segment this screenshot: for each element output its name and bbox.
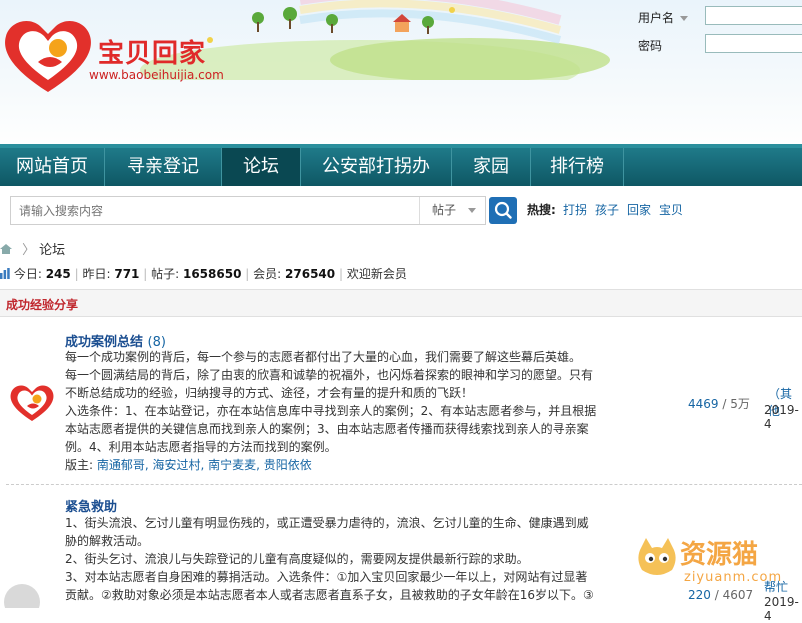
forum-stat: 4469 / 5万 <box>688 395 750 412</box>
password-label: 密码 <box>638 39 663 53</box>
stats-members-label: 会员: <box>253 267 282 281</box>
stats-welcome: 欢迎新会员 <box>346 267 407 281</box>
breadcrumb-current: 论坛 <box>39 243 66 258</box>
moderator-label: 版主: <box>65 458 94 472</box>
site-logo-name[interactable]: 宝贝回家 <box>98 33 206 70</box>
stats-today-label: 今日: <box>13 267 42 281</box>
cat-logo-icon <box>638 538 676 575</box>
stats-separator: | <box>245 267 250 281</box>
watermark-text: 资源猫 <box>680 540 759 570</box>
breadcrumb: 〉论坛 <box>0 239 65 258</box>
thread-count[interactable]: 4469 <box>688 397 719 411</box>
forum-description-line: 不断总结成功的经验，归纳搜寻的方式、途径，才会有量的提升和质的飞跃！ <box>65 386 474 400</box>
forum-description-line: 每一个圆满结局的背后，除了由衷的欣喜和诚挚的祝福外，也闪烁着探索的眼神和学习的愿… <box>65 368 594 382</box>
forum-description-line: 每一个成功案例的背后，每一个参与的志愿者都付出了大量的心血，我们需要了解这些幕后… <box>65 350 582 364</box>
post-count: 4607 <box>722 588 754 602</box>
stats-yesterday-label: 昨日: <box>82 267 111 281</box>
forum-description-line: 入选条件：1、在本站登记，亦在本站信息库中寻找到亲人的案例；2、有本站志愿者参与… <box>65 404 597 418</box>
watermark-subtext: ziyuanm.com <box>684 570 783 585</box>
hot-search-label: 热搜: <box>527 203 556 217</box>
forum-description-line: 例。4、利用本站志愿者指导的方法而找到的案例。 <box>65 440 337 454</box>
forum-description-line: 胁的解救活动。 <box>65 534 150 548</box>
stats-separator: | <box>74 267 79 281</box>
nav-item-police[interactable]: 公安部打拐办 <box>301 148 451 186</box>
nav-divider <box>623 148 624 186</box>
stats-today-value: 245 <box>45 267 71 281</box>
stats-posts-value: 1658650 <box>182 267 242 281</box>
stats-members-value: 276540 <box>285 267 336 281</box>
home-icon[interactable] <box>0 243 12 255</box>
password-field[interactable] <box>705 34 802 53</box>
moderator-links[interactable]: 南通郁哥, 海安过村, 南宁麦麦, 贵阳依依 <box>97 458 312 472</box>
forum-stat: 220 / 4607 <box>688 588 753 602</box>
forum-description-line: 本站志愿者提供的关键信息而找到亲人的案例；3、由本站志愿者传播而获得线索找到亲人… <box>65 422 589 436</box>
search-box: 帖子 <box>10 196 486 225</box>
forum-moderators: 版主: 南通郁哥, 海安过村, 南宁麦麦, 贵阳依依 <box>65 456 605 474</box>
stat-separator: / <box>714 588 719 602</box>
hot-search-term[interactable]: 孩子 <box>595 201 619 218</box>
username-label: 用户名 <box>638 9 689 26</box>
last-post-date: 2019-4 <box>764 595 799 623</box>
stats-chart-icon <box>0 268 10 279</box>
search-type-select[interactable]: 帖子 <box>419 197 485 224</box>
hot-search-term[interactable]: 宝贝 <box>659 201 683 218</box>
section-title[interactable]: 成功经验分享 <box>6 296 78 313</box>
search-button[interactable] <box>489 197 517 224</box>
nav-item-home[interactable]: 网站首页 <box>0 148 104 186</box>
forum-row-title[interactable]: 紧急救助 <box>65 496 117 515</box>
nav-item-ranking[interactable]: 排行榜 <box>531 148 623 186</box>
post-count: 5万 <box>730 397 750 411</box>
forum-logo-heart-icon <box>10 385 54 421</box>
stats-yesterday-value: 771 <box>114 267 140 281</box>
username-field[interactable] <box>705 6 802 25</box>
forum-stats: 今日: 245 | 昨日: 771 | 帖子: 1658650 | 会员: 27… <box>0 265 407 282</box>
forum-description: 1、街头流浪、乞讨儿童有明显伤残的，或正遭受暴力虐待的，流浪、乞讨儿童的生命、健… <box>65 514 605 604</box>
thread-count[interactable]: 220 <box>688 588 711 602</box>
breadcrumb-separator: 〉 <box>22 243 36 258</box>
chevron-down-icon <box>468 208 477 213</box>
stat-separator: / <box>722 397 727 411</box>
hot-search-term[interactable]: 打拐 <box>563 201 587 218</box>
search-icon <box>494 201 512 219</box>
forum-description-line: 1、街头流浪、乞讨儿童有明显伤残的，或正遭受暴力虐待的，流浪、乞讨儿童的生命、健… <box>65 516 589 530</box>
forum-description: 每一个成功案例的背后，每一个参与的志愿者都付出了大量的心血，我们需要了解这些幕后… <box>65 348 605 474</box>
main-nav: 网站首页 寻亲登记 论坛 公安部打拐办 家园 排行榜 <box>0 144 802 186</box>
row-divider <box>6 484 802 485</box>
nav-item-forum[interactable]: 论坛 <box>222 148 300 186</box>
forum-icon <box>4 584 40 608</box>
nav-item-homeland[interactable]: 家园 <box>452 148 530 186</box>
hot-search-term[interactable]: 回家 <box>627 201 651 218</box>
stats-posts-label: 帖子: <box>151 267 180 281</box>
last-post-date: 2019-4 <box>764 403 799 431</box>
site-logo-url: www.baobeihuijia.com <box>89 68 224 82</box>
forum-description-line: 2、街头乞讨、流浪儿与失踪登记的儿童有高度疑似的，需要网友提供最新行踪的求助。 <box>65 552 529 566</box>
site-logo-heart-icon[interactable] <box>0 14 96 98</box>
search-input[interactable] <box>11 197 419 224</box>
site-header: 宝贝回家 www.baobeihuijia.com 用户名 密码 <box>0 0 802 148</box>
search-type-label: 帖子 <box>432 203 457 217</box>
forum-section-header[interactable]: 成功经验分享 <box>0 289 802 317</box>
forum-description-line: 贡献。②救助对象必须是本站志愿者本人或者志愿者直系子女，且被救助的子女年龄在16… <box>65 588 594 602</box>
stats-separator: | <box>338 267 343 281</box>
forum-title[interactable]: 紧急救助 <box>65 500 117 515</box>
stats-separator: | <box>143 267 148 281</box>
nav-item-register[interactable]: 寻亲登记 <box>105 148 221 186</box>
chevron-down-icon[interactable] <box>680 16 689 21</box>
forum-description-line: 3、对本站志愿者自身困难的募捐活动。入选条件：①加入宝贝回家最少一年以上，对网站… <box>65 570 588 584</box>
